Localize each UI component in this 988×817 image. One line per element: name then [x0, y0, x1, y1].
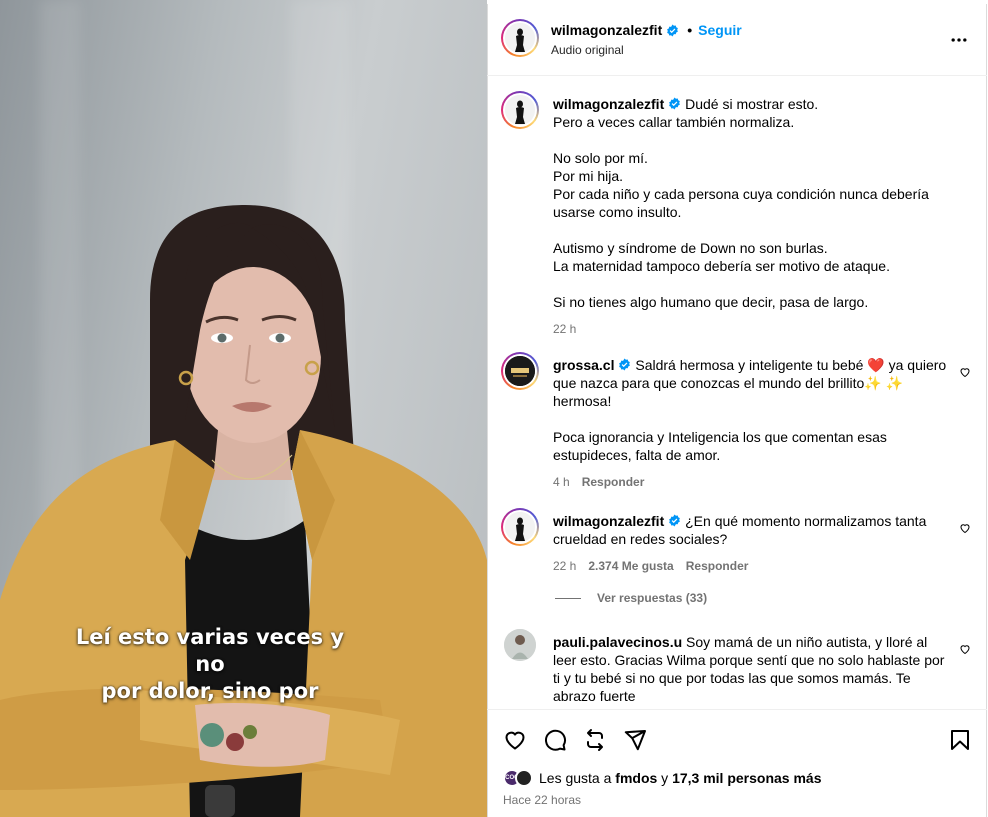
- heart-icon[interactable]: [959, 366, 971, 378]
- reply-button[interactable]: Responder: [582, 473, 645, 491]
- caption-text-first: Dudé si mostrar esto.: [685, 96, 819, 112]
- post-media[interactable]: Leí esto varias veces y no por dolor, si…: [0, 0, 487, 817]
- caption-line-1: Leí esto varias veces y no: [75, 625, 345, 676]
- action-bar: COO Les gusta a fmdos y 17,3 mil persona…: [487, 709, 987, 817]
- caption-text: Pero a veces callar también normaliza. N…: [553, 114, 929, 310]
- caption-line-2: por dolor, sino por: [101, 679, 319, 703]
- commenter-username[interactable]: pauli.palavecinos.u: [553, 634, 682, 650]
- comments-section[interactable]: wilmagonzalezfit Dudé si mostrar esto. P…: [487, 77, 987, 709]
- author-avatar[interactable]: [501, 19, 539, 57]
- comment-icon[interactable]: [543, 728, 567, 752]
- heart-icon[interactable]: [503, 728, 527, 752]
- verified-icon: [669, 97, 681, 110]
- likes-summary[interactable]: COO Les gusta a fmdos y 17,3 mil persona…: [503, 769, 821, 787]
- commenter-username[interactable]: grossa.cl: [553, 357, 614, 373]
- video-caption: Leí esto varias veces y no por dolor, si…: [60, 624, 360, 705]
- bookmark-icon[interactable]: [948, 728, 972, 752]
- heart-icon[interactable]: [959, 643, 971, 655]
- post-panel: wilmagonzalezfit • Seguir Audio original…: [487, 4, 987, 817]
- verified-icon: [669, 514, 681, 527]
- likes-middle: y: [661, 770, 669, 786]
- more-icon[interactable]: [949, 30, 969, 50]
- comment-time[interactable]: 22 h: [553, 557, 576, 575]
- reply-button[interactable]: Responder: [686, 557, 749, 575]
- view-replies-button[interactable]: Ver respuestas (33): [555, 591, 707, 605]
- commenter-avatar[interactable]: [501, 508, 539, 546]
- heart-icon[interactable]: [959, 522, 971, 534]
- commenter-avatar[interactable]: [504, 629, 536, 661]
- author-username[interactable]: wilmagonzalezfit: [551, 22, 662, 38]
- caption-author-avatar[interactable]: [501, 91, 539, 129]
- verified-icon: [619, 358, 631, 371]
- post-header: wilmagonzalezfit • Seguir Audio original: [487, 4, 987, 76]
- likes-prefix: Les gusta a: [539, 770, 612, 786]
- share-icon[interactable]: [623, 728, 647, 752]
- comment-likes[interactable]: 2.374 Me gusta: [588, 557, 673, 575]
- caption-username[interactable]: wilmagonzalezfit: [553, 96, 664, 112]
- view-replies-label: Ver respuestas (33): [597, 591, 708, 605]
- caption-time[interactable]: 22 h: [553, 320, 576, 338]
- verified-icon: [667, 24, 679, 36]
- comment-time[interactable]: 4 h: [553, 473, 570, 491]
- liker-username[interactable]: fmdos: [615, 770, 657, 786]
- likes-count[interactable]: 17,3 mil personas más: [672, 770, 821, 786]
- commenter-username[interactable]: wilmagonzalezfit: [553, 513, 664, 529]
- dot-separator: •: [687, 22, 693, 38]
- commenter-avatar[interactable]: [501, 352, 539, 390]
- liker-avatar: [515, 769, 533, 787]
- follow-button[interactable]: Seguir: [698, 22, 742, 38]
- audio-label[interactable]: Audio original: [551, 43, 624, 57]
- post-timestamp[interactable]: Hace 22 horas: [503, 793, 581, 807]
- repost-icon[interactable]: [583, 728, 607, 752]
